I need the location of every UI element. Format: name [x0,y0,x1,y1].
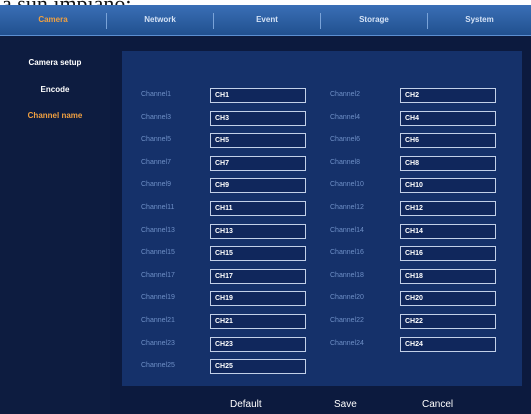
channel-label: Channel25 [141,362,175,370]
channel-label: Channel19 [141,294,175,302]
channel-label: Channel22 [330,317,364,324]
save-button[interactable]: Save [334,399,357,410]
channel-name-field[interactable]: CH14 [400,223,496,239]
channel-name-field[interactable]: CH13 [210,223,306,239]
channel-label: Channel14 [330,226,364,234]
channel-label: Channel23 [141,339,175,347]
channel-name-field[interactable]: CH10 [400,178,496,194]
channel-name-field[interactable]: CH16 [400,246,496,262]
channel-name-field[interactable]: CH1 [210,88,306,103]
channel-name-field[interactable]: CH6 [400,133,496,149]
channel-name-field[interactable]: CH2 [400,88,496,103]
channel-label: Channel15 [141,249,175,257]
dvr-settings-screen: Camera Network Event Storage System Came… [0,5,531,414]
channel-name-field[interactable]: CH21 [210,314,306,329]
tab-storage[interactable]: Storage [321,5,427,35]
channel-label: Channel17 [141,271,175,279]
channel-name-field[interactable]: CH12 [400,201,496,216]
channel-name-field[interactable]: CH22 [400,314,496,329]
channel-name-field[interactable]: CH17 [210,268,306,284]
channel-name-field[interactable]: CH20 [400,291,496,307]
channel-label: Channel10 [330,181,364,189]
channel-name-field[interactable]: CH3 [210,110,306,126]
tab-camera[interactable]: Camera [0,5,106,35]
channel-label: Channel24 [330,339,364,347]
channel-name-field[interactable]: CH24 [400,336,496,352]
channel-label: Channel11 [141,204,175,211]
channel-name-field[interactable]: CH8 [400,155,496,171]
tab-network[interactable]: Network [107,5,213,35]
channel-name-field[interactable]: CH4 [400,110,496,126]
channel-name-field[interactable]: CH5 [210,133,306,149]
channel-label: Channel2 [330,91,360,98]
channel-label: Channel18 [330,271,364,279]
channel-label: Channel3 [141,113,171,121]
channel-name-field[interactable]: CH23 [210,336,306,352]
channel-name-field[interactable]: CH9 [210,178,306,194]
top-nav-bar: Camera Network Event Storage System [0,5,531,36]
channel-label: Channel6 [330,136,360,144]
channel-name-field[interactable]: CH18 [400,268,496,284]
sidebar-item-camera-setup[interactable]: Camera setup [0,58,110,67]
default-button[interactable]: Default [230,399,262,410]
cancel-button[interactable]: Cancel [422,399,453,410]
sidebar-item-encode[interactable]: Encode [0,85,110,94]
tab-system[interactable]: System [428,5,531,35]
channel-label: Channel20 [330,294,364,302]
channel-name-field[interactable]: CH11 [210,201,306,216]
channel-label: Channel8 [330,158,360,166]
channel-label: Channel13 [141,226,175,234]
channel-label: Channel1 [141,91,171,98]
channel-name-field[interactable]: CH15 [210,246,306,262]
channel-name-field[interactable]: CH7 [210,155,306,171]
tab-event[interactable]: Event [214,5,320,35]
channel-label: Channel7 [141,158,171,166]
channel-label: Channel16 [330,249,364,257]
channel-name-field[interactable]: CH25 [210,359,306,375]
channel-label: Channel9 [141,181,171,189]
channel-name-field[interactable]: CH19 [210,291,306,307]
channel-label: Channel4 [330,113,360,121]
channel-label: Channel5 [141,136,171,144]
channel-label: Channel12 [330,204,364,211]
sidebar-item-channel-name[interactable]: Channel name [0,111,110,120]
sidebar: Camera setup Encode Channel name [0,36,110,414]
channel-label: Channel21 [141,317,175,324]
